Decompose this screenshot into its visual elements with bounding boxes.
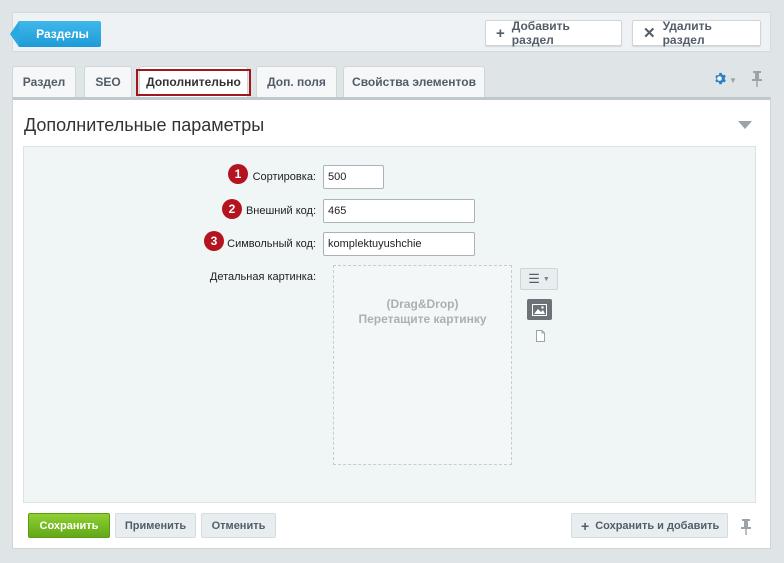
tab-extra-label: Дополнительно: [136, 69, 251, 96]
dropzone-hint-2: Перетащите картинку: [358, 312, 487, 326]
plus-icon: +: [496, 24, 505, 42]
close-icon: ✕: [643, 24, 656, 42]
file-icon[interactable]: [536, 330, 545, 342]
tab-element-properties-label: Свойства элементов: [352, 75, 476, 89]
menu-icon: ☰: [528, 271, 540, 286]
external-code-label: Внешний код:: [245, 205, 316, 217]
tab-extra-fields[interactable]: Доп. поля: [256, 66, 337, 97]
chevron-down-icon: ▼: [729, 75, 737, 85]
symbolic-code-label: Символьный код:: [227, 238, 316, 250]
sections-button[interactable]: Разделы: [10, 21, 101, 47]
sort-label: Сортировка:: [252, 171, 316, 183]
picture-dropzone[interactable]: (Drag&Drop) Перетащите картинку: [333, 265, 512, 465]
external-code-input[interactable]: [323, 199, 475, 223]
save-button[interactable]: Сохранить: [28, 513, 110, 538]
dropzone-hint-1: (Drag&Drop): [386, 297, 459, 311]
tab-seo[interactable]: SEO: [84, 66, 132, 97]
tab-extra[interactable]: Дополнительно: [136, 66, 251, 98]
tab-settings-button[interactable]: ▼: [713, 71, 739, 89]
collapse-arrow-icon[interactable]: [738, 121, 752, 129]
tab-section[interactable]: Раздел: [12, 66, 76, 97]
plus-icon: +: [581, 517, 590, 534]
delete-section-label: Удалить раздел: [662, 19, 712, 47]
top-toolbar: Разделы + Добавить раздел ✕ Удалить разд…: [10, 12, 771, 52]
tab-extra-fields-label: Доп. поля: [267, 75, 326, 89]
save-button-label: Сохранить: [39, 519, 99, 532]
add-section-label: Добавить раздел: [511, 19, 570, 47]
pin-icon[interactable]: [750, 70, 764, 88]
delete-section-button[interactable]: ✕ Удалить раздел: [632, 19, 761, 47]
pin-icon[interactable]: [739, 518, 753, 536]
add-section-button[interactable]: + Добавить раздел: [485, 19, 622, 47]
cancel-button-label: Отменить: [211, 519, 266, 532]
tab-element-properties[interactable]: Свойства элементов: [343, 66, 485, 97]
settings-panel: Дополнительные параметры 1 Сортировка: 2…: [12, 97, 771, 549]
cancel-button[interactable]: Отменить: [201, 513, 276, 538]
apply-button-label: Применить: [124, 519, 187, 532]
symbolic-code-input[interactable]: [323, 232, 475, 256]
sections-button-label: Разделы: [36, 27, 89, 41]
chevron-down-icon: ▼: [542, 275, 550, 283]
tab-section-label: Раздел: [22, 75, 66, 89]
apply-button[interactable]: Применить: [115, 513, 196, 538]
form-area: 1 Сортировка: 2 Внешний код: 3 Символьны…: [23, 146, 756, 503]
image-icon[interactable]: [527, 299, 552, 320]
panel-title: Дополнительные параметры: [24, 115, 265, 135]
tab-seo-label: SEO: [95, 75, 121, 89]
save-and-add-label: Сохранить и добавить: [595, 519, 720, 532]
detail-picture-label: Детальная картинка:: [209, 271, 316, 283]
gear-icon: [713, 72, 726, 88]
picture-menu-button[interactable]: ☰ ▼: [520, 268, 558, 290]
sort-input[interactable]: [323, 165, 384, 189]
save-and-add-button[interactable]: + Сохранить и добавить: [571, 513, 728, 538]
